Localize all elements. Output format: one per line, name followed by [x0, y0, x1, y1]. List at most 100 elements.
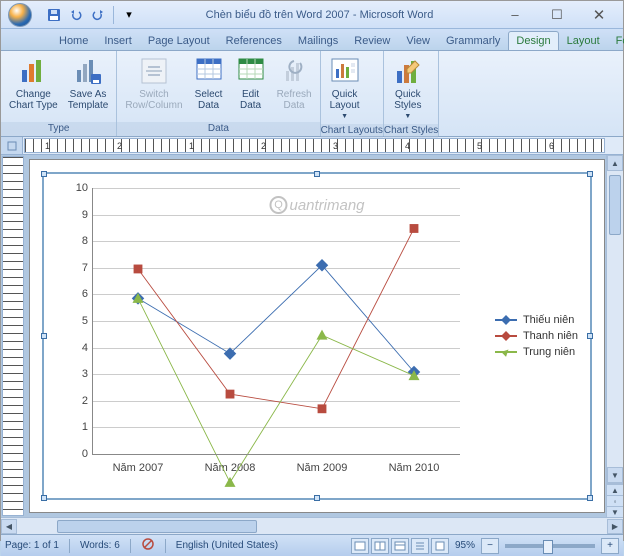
- browse-object-icon[interactable]: ◦: [607, 495, 623, 506]
- save-template-label: Save As Template: [68, 89, 109, 111]
- edit-data-icon: [235, 55, 267, 87]
- horizontal-scrollbar[interactable]: ◀ ▶: [1, 517, 623, 534]
- ribbon-tabs: Home Insert Page Layout References Maili…: [1, 29, 623, 51]
- view-draft-icon[interactable]: [431, 538, 449, 554]
- quick-styles-label: Quick Styles: [394, 89, 421, 111]
- dropdown-icon: ▼: [341, 113, 348, 120]
- proofing-icon[interactable]: [141, 537, 155, 554]
- scroll-left-icon[interactable]: ◀: [1, 519, 17, 534]
- switch-rc-label: Switch Row/Column: [125, 89, 182, 111]
- page: Quantrimang 012345678910Năm 2007Năm 2008…: [29, 159, 605, 513]
- refresh-data-label: Refresh Data: [277, 89, 312, 111]
- page-viewport[interactable]: Quantrimang 012345678910Năm 2007Năm 2008…: [25, 155, 623, 517]
- tab-grammarly[interactable]: Grammarly: [438, 31, 508, 50]
- quick-layout-icon: [329, 55, 361, 87]
- maximize-button[interactable]: ☐: [537, 4, 577, 26]
- chart-plot-area: 012345678910Năm 2007Năm 2008Năm 2009Năm …: [92, 188, 460, 454]
- scroll-thumb[interactable]: [609, 175, 621, 235]
- quick-access-toolbar: ▾: [39, 6, 144, 24]
- scroll-up-icon[interactable]: ▲: [607, 155, 623, 171]
- qat-customize-icon[interactable]: ▾: [120, 6, 138, 24]
- quick-layout-label: Quick Layout: [330, 89, 360, 111]
- scroll-thumb-h[interactable]: [57, 520, 257, 533]
- document-area: Quantrimang 012345678910Năm 2007Năm 2008…: [1, 155, 623, 517]
- tab-format[interactable]: Format: [608, 31, 624, 50]
- prev-page-icon[interactable]: ▲: [607, 484, 623, 495]
- undo-icon[interactable]: [67, 6, 85, 24]
- switch-row-column-button[interactable]: Switch Row/Column: [121, 53, 186, 113]
- zoom-slider[interactable]: [505, 544, 595, 548]
- ribbon-group-data: Switch Row/Column Select Data Edit Data …: [117, 51, 320, 136]
- status-right: 95% − +: [351, 538, 619, 554]
- select-data-icon: [193, 55, 225, 87]
- tab-layout[interactable]: Layout: [559, 31, 608, 50]
- quick-layout-button[interactable]: Quick Layout ▼: [325, 53, 365, 122]
- ruler-vertical[interactable]: [2, 156, 24, 516]
- office-orb-icon: [8, 3, 32, 27]
- legend-item: .legend-item:nth-child(2) .legend-mark::…: [495, 330, 578, 342]
- edit-data-button[interactable]: Edit Data: [231, 53, 271, 113]
- zoom-level[interactable]: 95%: [455, 540, 475, 551]
- tab-review[interactable]: Review: [346, 31, 398, 50]
- legend-item: .legend-item:nth-child(1) .legend-mark::…: [495, 314, 578, 326]
- legend-label: Thanh niên: [523, 330, 578, 342]
- window-controls: – ☐ ✕: [495, 4, 623, 26]
- group-label-layouts: Chart Layouts: [321, 124, 383, 138]
- group-label-styles: Chart Styles: [384, 124, 438, 138]
- chart-type-icon: [17, 55, 49, 87]
- chart-legend: .legend-item:nth-child(1) .legend-mark::…: [495, 310, 578, 362]
- scroll-track[interactable]: [17, 519, 607, 534]
- legend-item: .legend-item:nth-child(3) .legend-mark::…: [495, 346, 578, 358]
- view-full-screen-icon[interactable]: [371, 538, 389, 554]
- edit-data-label: Edit Data: [240, 89, 261, 111]
- ribbon-group-type: Change Chart Type Save As Template Type: [1, 51, 117, 136]
- select-data-label: Select Data: [195, 89, 223, 111]
- title-bar: ▾ Chèn biểu đồ trên Word 2007 - Microsof…: [1, 1, 623, 29]
- select-data-button[interactable]: Select Data: [189, 53, 229, 113]
- quick-styles-icon: [392, 55, 424, 87]
- tab-page-layout[interactable]: Page Layout: [140, 31, 218, 50]
- switch-rc-icon: [138, 55, 170, 87]
- office-button[interactable]: [1, 1, 39, 29]
- zoom-in-button[interactable]: +: [601, 538, 619, 554]
- legend-label: Thiếu niên: [523, 314, 574, 326]
- refresh-data-button[interactable]: Refresh Data: [273, 53, 316, 113]
- save-icon[interactable]: [45, 6, 63, 24]
- scroll-down-icon[interactable]: ▼: [607, 467, 623, 483]
- tab-view[interactable]: View: [398, 31, 438, 50]
- view-outline-icon[interactable]: [411, 538, 429, 554]
- ribbon-group-layouts: Quick Layout ▼ Chart Layouts: [321, 51, 384, 136]
- ruler-horizontal[interactable]: 12123456: [24, 138, 605, 153]
- tab-design[interactable]: Design: [508, 31, 558, 50]
- status-language[interactable]: English (United States): [176, 540, 278, 551]
- ruler-horizontal-row: 12123456: [1, 137, 623, 155]
- ruler-corner[interactable]: [1, 137, 23, 154]
- vertical-scrollbar[interactable]: ▲ ▼ ▲ ◦ ▼: [606, 155, 623, 517]
- quick-styles-button[interactable]: Quick Styles ▼: [388, 53, 428, 122]
- redo-icon[interactable]: [89, 6, 107, 24]
- group-label-data: Data: [117, 122, 319, 136]
- tab-mailings[interactable]: Mailings: [290, 31, 346, 50]
- view-print-layout-icon[interactable]: [351, 538, 369, 554]
- tab-references[interactable]: References: [218, 31, 290, 50]
- ribbon-group-styles: Quick Styles ▼ Chart Styles: [384, 51, 439, 136]
- zoom-out-button[interactable]: −: [481, 538, 499, 554]
- status-bar: Page: 1 of 1 Words: 6 English (United St…: [1, 534, 623, 556]
- status-page[interactable]: Page: 1 of 1: [5, 540, 59, 551]
- next-page-icon[interactable]: ▼: [607, 506, 623, 517]
- tab-home[interactable]: Home: [51, 31, 96, 50]
- tab-insert[interactable]: Insert: [96, 31, 140, 50]
- page-nav: ▲ ◦ ▼: [607, 483, 623, 517]
- minimize-button[interactable]: –: [495, 4, 535, 26]
- close-button[interactable]: ✕: [579, 4, 619, 26]
- group-label-type: Type: [1, 122, 116, 136]
- qat-separator: [113, 6, 114, 24]
- dropdown-icon: ▼: [404, 113, 411, 120]
- save-as-template-button[interactable]: Save As Template: [64, 53, 113, 113]
- view-web-layout-icon[interactable]: [391, 538, 409, 554]
- save-template-icon: [72, 55, 104, 87]
- scroll-right-icon[interactable]: ▶: [607, 519, 623, 534]
- chart-object[interactable]: Quantrimang 012345678910Năm 2007Năm 2008…: [42, 172, 592, 500]
- status-words[interactable]: Words: 6: [80, 540, 120, 551]
- change-chart-type-button[interactable]: Change Chart Type: [5, 53, 62, 113]
